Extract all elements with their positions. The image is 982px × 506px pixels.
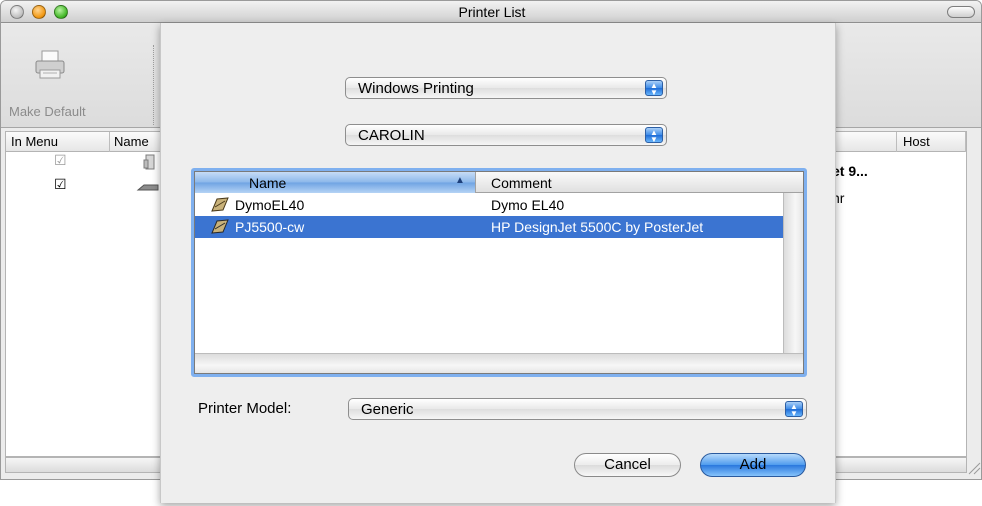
- vertical-scrollbar[interactable]: [783, 193, 803, 353]
- column-header-in-menu[interactable]: In Menu: [11, 134, 58, 149]
- workgroup-popup[interactable]: CAROLIN ▲ ▼: [345, 124, 667, 146]
- printer-icon: [142, 154, 158, 172]
- table-row[interactable]: DymoEL40 Dymo EL40: [195, 194, 783, 216]
- printer-model-value: Generic: [361, 401, 414, 418]
- table-header: Name ▲ Comment: [195, 172, 803, 193]
- make-default-button[interactable]: Make Default: [9, 104, 86, 119]
- in-menu-checkbox[interactable]: ☑: [54, 153, 67, 167]
- printer-icon: [209, 218, 231, 236]
- add-printer-sheet: Windows Printing ▲ ▼ CAROLIN ▲ ▼ Name ▲ Co…: [160, 23, 836, 503]
- printer-name: DymoEL40: [235, 197, 305, 213]
- table-row-selected[interactable]: PJ5500-cw HP DesignJet 5500C by PosterJe…: [195, 216, 783, 238]
- column-header-name[interactable]: Name ▲: [195, 172, 475, 193]
- toolbar-toggle-button[interactable]: [947, 6, 975, 18]
- up-down-arrows-icon: ▲ ▼: [645, 127, 663, 144]
- column-header-comment[interactable]: Comment: [491, 175, 552, 191]
- make-default-printer-icon[interactable]: [33, 49, 67, 81]
- sort-up-arrow-icon: ▲: [455, 175, 465, 186]
- horizontal-scrollbar[interactable]: [195, 353, 803, 373]
- resize-grip-icon[interactable]: [965, 459, 981, 475]
- column-header-host[interactable]: Host: [903, 134, 930, 149]
- printer-kind-text: et 9...: [832, 163, 868, 179]
- window-title: Printer List: [458, 4, 526, 20]
- printer-comment: HP DesignJet 5500C by PosterJet: [491, 219, 704, 235]
- column-header-name-label: Name: [249, 175, 287, 191]
- cancel-button[interactable]: Cancel: [574, 453, 681, 477]
- printer-icon: [136, 182, 160, 194]
- printer-comment: Dymo EL40: [491, 197, 565, 213]
- in-menu-checkbox[interactable]: ☑: [54, 177, 67, 191]
- up-down-arrows-icon: ▲ ▼: [785, 401, 803, 418]
- shared-printers-table[interactable]: Name ▲ Comment DymoEL40 Dymo EL40 PJ5500…: [194, 171, 804, 374]
- printer-icon: [209, 196, 231, 214]
- column-header-name[interactable]: Name: [114, 134, 149, 149]
- toolbar-separator: [153, 45, 154, 125]
- column-divider: [896, 132, 897, 152]
- column-divider: [109, 132, 110, 152]
- column-divider: [965, 132, 966, 152]
- connection-type-value: Windows Printing: [358, 80, 474, 97]
- printer-model-popup[interactable]: Generic ▲ ▼: [348, 398, 807, 420]
- add-button[interactable]: Add: [700, 453, 806, 477]
- title-bar[interactable]: Printer List: [1, 1, 981, 23]
- column-divider: [475, 172, 476, 193]
- connection-type-popup[interactable]: Windows Printing ▲ ▼: [345, 77, 667, 99]
- up-down-arrows-icon: ▲ ▼: [645, 80, 663, 97]
- printer-model-label: Printer Model:: [198, 400, 292, 417]
- workgroup-value: CAROLIN: [358, 127, 425, 144]
- printer-name: PJ5500-cw: [235, 219, 305, 235]
